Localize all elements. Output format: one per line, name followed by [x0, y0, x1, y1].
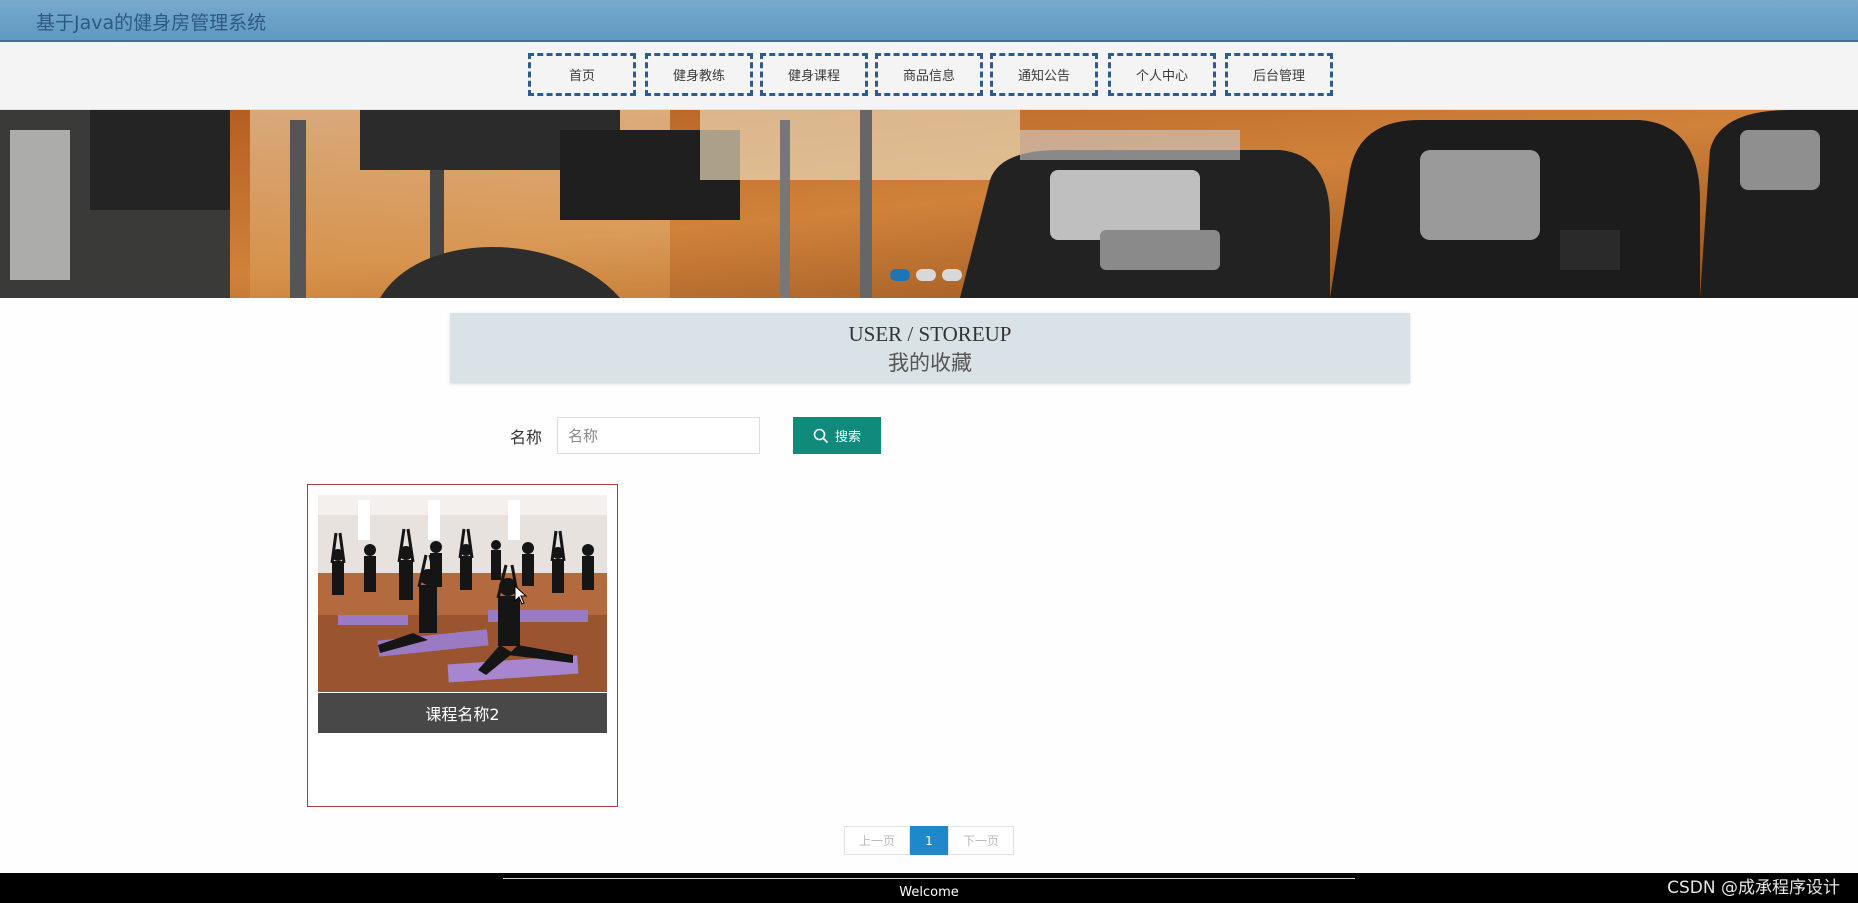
favorite-item-card[interactable]: 课程名称2: [307, 484, 618, 807]
nav-notices[interactable]: 通知公告: [990, 53, 1098, 96]
prev-page-button[interactable]: 上一页: [844, 826, 910, 855]
footer-welcome: Welcome: [899, 885, 959, 900]
carousel-dot-1[interactable]: [890, 269, 910, 281]
nav-courses[interactable]: 健身课程: [760, 53, 868, 96]
nav-personal-center[interactable]: 个人中心: [1108, 53, 1216, 96]
nav-products[interactable]: 商品信息: [875, 53, 983, 96]
search-button[interactable]: 搜索: [793, 417, 881, 454]
section-title-cn: 我的收藏: [888, 351, 972, 375]
carousel-dot-2[interactable]: [916, 269, 936, 281]
site-title: 基于Java的健身房管理系统: [36, 12, 267, 34]
footer: Welcome: [0, 873, 1858, 903]
carousel-dot-3[interactable]: [942, 269, 962, 281]
mouse-cursor-icon: [514, 585, 528, 605]
pagination: 上一页 1 下一页: [844, 826, 1014, 855]
nav-admin[interactable]: 后台管理: [1225, 53, 1333, 96]
course-image: [318, 495, 607, 692]
nav-home[interactable]: 首页: [528, 53, 636, 96]
carousel-dots: [890, 269, 962, 281]
search-input[interactable]: [557, 417, 760, 454]
next-page-button[interactable]: 下一页: [948, 826, 1014, 855]
main-nav: 首页 健身教练 健身课程 商品信息 通知公告 个人中心 后台管理: [0, 42, 1858, 110]
section-title-en: USER / STOREUP: [848, 322, 1012, 346]
search-icon: [813, 428, 829, 443]
header-bar: 基于Java的健身房管理系统: [0, 0, 1858, 42]
section-title: USER / STOREUP 我的收藏: [450, 313, 1410, 383]
page-1-button[interactable]: 1: [910, 826, 948, 855]
course-name: 课程名称2: [318, 693, 607, 733]
footer-divider: [503, 878, 1355, 879]
nav-coaches[interactable]: 健身教练: [645, 53, 753, 96]
csdn-watermark: CSDN @成承程序设计: [1667, 878, 1840, 898]
search-label: 名称: [510, 428, 543, 447]
search-button-label: 搜索: [834, 429, 861, 444]
